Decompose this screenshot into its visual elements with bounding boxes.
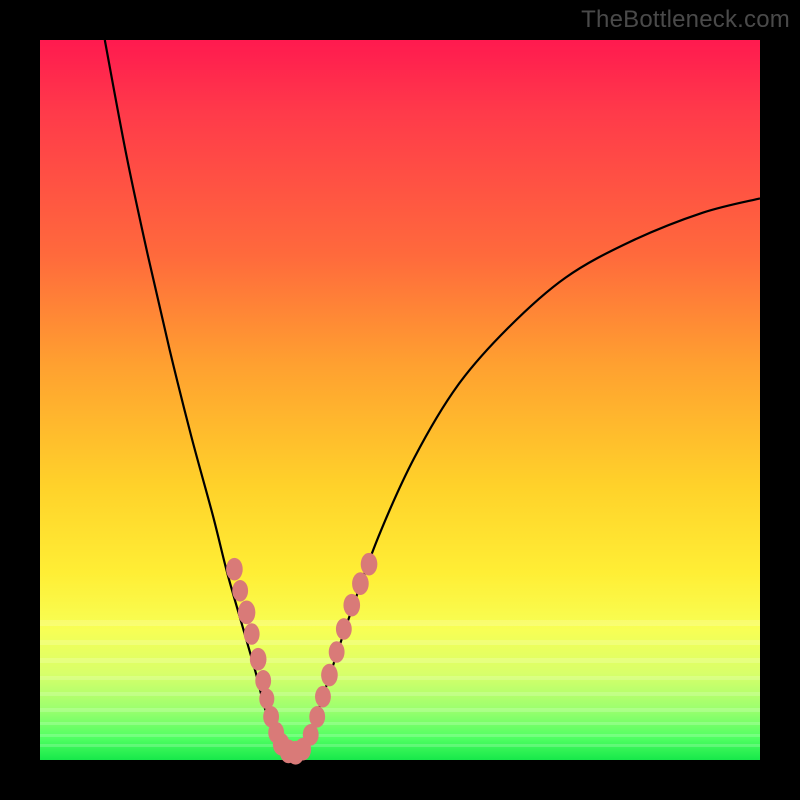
marker-blob: [232, 580, 248, 602]
marker-blob: [329, 641, 345, 663]
marker-blob: [255, 670, 271, 692]
marker-group: [226, 553, 377, 765]
marker-blob: [336, 618, 352, 640]
marker-blob: [352, 572, 369, 595]
watermark-text: TheBottleneck.com: [581, 6, 790, 34]
marker-blob: [238, 601, 255, 625]
curve-layer: [40, 40, 760, 760]
plot-area: [40, 40, 760, 760]
marker-blob: [226, 558, 243, 581]
curve-right-branch: [299, 198, 760, 752]
marker-blob: [361, 553, 378, 576]
marker-blob: [343, 594, 360, 617]
marker-blob: [250, 648, 267, 671]
marker-blob: [315, 686, 331, 708]
marker-blob: [259, 689, 274, 710]
marker-blob: [244, 623, 260, 645]
chart-frame: TheBottleneck.com: [0, 0, 800, 800]
marker-blob: [321, 664, 338, 687]
curve-left-branch: [105, 40, 285, 753]
marker-blob: [309, 706, 325, 728]
